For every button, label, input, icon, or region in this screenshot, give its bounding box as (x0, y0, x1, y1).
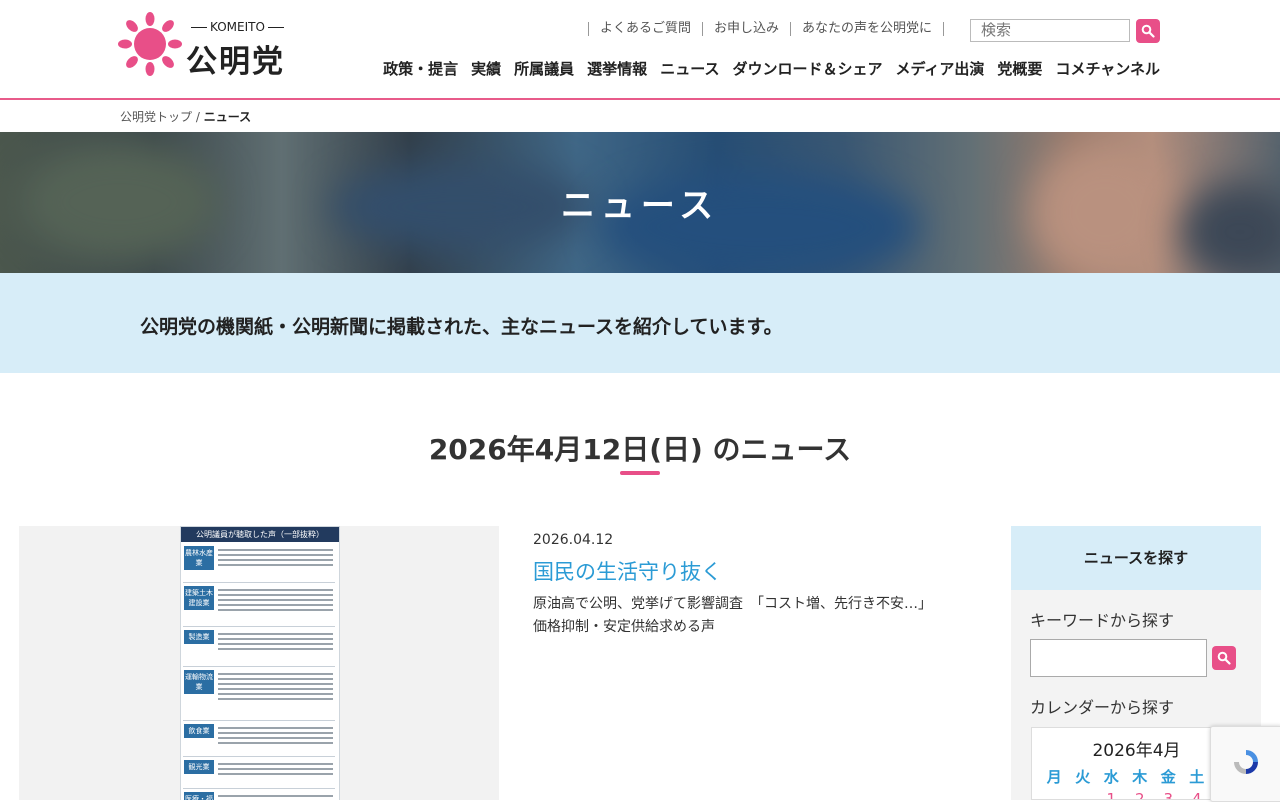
thumb-heading: 公明議員が聴取した声（一部抜粋） (181, 527, 339, 542)
calendar-day[interactable]: 4 (1183, 790, 1212, 799)
recaptcha-badge[interactable] (1210, 726, 1280, 802)
calendar-month: 2026年4月 (1092, 741, 1181, 761)
utility-divider (943, 22, 945, 36)
logo-name: 公明党 (186, 44, 285, 80)
calendar-label: カレンダーから探す (1030, 698, 1175, 717)
article-title-link[interactable]: 国民の生活守り抜く (533, 556, 722, 586)
nav-media[interactable]: メディア出演 (895, 58, 984, 79)
calendar-day[interactable]: 1 (1097, 790, 1126, 799)
header-search-input[interactable]: 検索 (970, 19, 1130, 42)
weekday: 水 (1103, 768, 1119, 786)
keyword-search-button[interactable] (1212, 646, 1236, 670)
thumb-tag: 運輸物流業 (184, 670, 214, 694)
header-divider (0, 98, 1280, 100)
article-subtitle: 価格抑制・安定供給求める声 (533, 619, 715, 635)
article-date: 2026.04.12 (533, 532, 614, 548)
weekday: 火 (1075, 768, 1091, 786)
thumb-tag: 建築土木建設業 (184, 586, 214, 610)
newspaper-image: 公明議員が聴取した声（一部抜粋） 農林水産業 建築土木建設業 製造業 運輸物流業… (180, 526, 340, 800)
thumb-tag: 製造業 (184, 630, 214, 644)
article-subtitle: 原油高で公明、党挙げて影響調査 「コスト増、先行き不安…」 (533, 596, 932, 612)
sun-logo-icon (118, 12, 182, 76)
breadcrumb-home[interactable]: 公明党トップ (120, 110, 192, 124)
thumb-tag: 観光業 (184, 760, 214, 774)
apply-link[interactable]: お申し込み (702, 22, 790, 36)
nav-elections[interactable]: 選挙情報 (587, 58, 647, 79)
keyword-label: キーワードから探す (1030, 611, 1175, 630)
thumb-tag: 飲食業 (184, 724, 214, 738)
calendar-day (1069, 790, 1098, 799)
search-icon (1217, 651, 1231, 665)
breadcrumb-separator: / (195, 110, 200, 124)
nav-download-share[interactable]: ダウンロード＆シェア (732, 58, 882, 79)
utility-links: よくあるご質問 お申し込み あなたの声を公明党に (588, 22, 945, 36)
breadcrumb: 公明党トップ / ニュース (120, 108, 251, 125)
nav-channel[interactable]: コメチャンネル (1055, 58, 1160, 79)
weekday: 月 (1046, 768, 1062, 786)
nav-policy[interactable]: 政策・提言 (383, 58, 458, 79)
weekday: 木 (1132, 768, 1148, 786)
header-search-button[interactable] (1136, 19, 1160, 43)
nav-news[interactable]: ニュース (660, 58, 719, 79)
weekday: 土 (1189, 768, 1205, 786)
recaptcha-icon (1234, 750, 1258, 774)
global-nav: 政策・提言 実績 所属議員 選挙情報 ニュース ダウンロード＆シェア メディア出… (383, 58, 1160, 79)
site-header: KOMEITO 公明党 よくあるご質問 お申し込み あなたの声を公明党に 検索 … (0, 0, 1280, 98)
keyword-search-input[interactable] (1030, 639, 1207, 677)
site-logo[interactable]: KOMEITO 公明党 (118, 12, 318, 82)
thumb-tag: 医療・福祉 (184, 792, 214, 800)
search-icon (1141, 24, 1155, 38)
title-underline (620, 471, 660, 475)
nav-members[interactable]: 所属議員 (514, 58, 574, 79)
faq-link[interactable]: よくあるご質問 (588, 22, 702, 36)
hero-title: ニュース (560, 186, 720, 226)
calendar-day (1040, 790, 1069, 799)
sidebar-heading: ニュースを探す (1011, 526, 1261, 590)
intro-text: 公明党の機関紙・公明新聞に掲載された、主なニュースを紹介しています。 (140, 316, 783, 338)
weekday: 金 (1160, 768, 1176, 786)
thumb-tag: 農林水産業 (184, 546, 214, 570)
article-thumbnail[interactable]: 公明議員が聴取した声（一部抜粋） 農林水産業 建築土木建設業 製造業 運輸物流業… (19, 526, 499, 800)
nav-about[interactable]: 党概要 (997, 58, 1042, 79)
news-date-title: 2026年4月12日(日) のニュース (428, 433, 852, 466)
logo-subtitle: KOMEITO (188, 20, 287, 34)
nav-achievements[interactable]: 実績 (471, 58, 501, 79)
calendar-day[interactable]: 2 (1126, 790, 1155, 799)
calendar-day[interactable]: 3 (1154, 790, 1183, 799)
news-calendar: 2026年4月 月 火 水 木 金 土 日 1 2 3 4 5 (1031, 727, 1240, 800)
voice-link[interactable]: あなたの声を公明党に (790, 22, 943, 36)
breadcrumb-current: ニュース (203, 110, 252, 124)
